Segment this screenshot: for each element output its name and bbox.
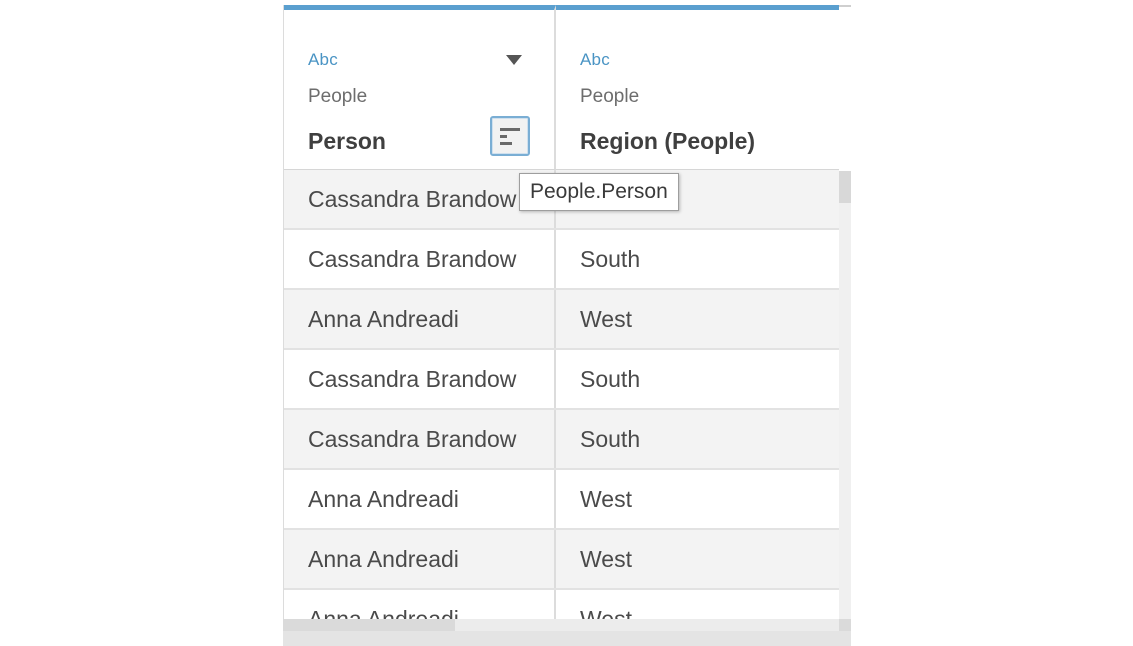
scrollbar-corner (839, 5, 851, 7)
grid-rows: Cassandra Brandow South Cassandra Brando… (284, 170, 839, 619)
details-icon-line (500, 128, 520, 131)
dropdown-caret-icon[interactable] (506, 55, 522, 65)
string-type-label: Abc (580, 50, 610, 69)
details-icon-line (500, 142, 512, 145)
field-details-button[interactable] (490, 116, 530, 156)
table-row[interactable]: Anna Andreadi West (284, 290, 839, 350)
field-name-label: Region (People) (580, 128, 756, 154)
table-row[interactable]: Cassandra Brandow South (284, 350, 839, 410)
column-header-person[interactable]: Abc People Person (284, 5, 556, 170)
region-cell[interactable]: South (556, 410, 839, 468)
region-cell[interactable]: South (556, 230, 839, 288)
person-cell[interactable]: Anna Andreadi (284, 530, 556, 588)
vertical-scroll-thumb[interactable] (839, 171, 851, 203)
region-cell[interactable]: West (556, 590, 839, 619)
data-grid: Abc People Person Abc People Region (Peo… (283, 5, 839, 619)
details-icon-line (500, 135, 507, 138)
person-cell[interactable]: Anna Andreadi (284, 290, 556, 348)
grid-footer (283, 631, 851, 646)
person-cell[interactable]: Cassandra Brandow (284, 410, 556, 468)
horizontal-scroll-thumb[interactable] (455, 619, 839, 631)
person-cell[interactable]: Cassandra Brandow (284, 230, 556, 288)
region-cell[interactable]: South (556, 350, 839, 408)
person-cell[interactable]: Cassandra Brandow (284, 350, 556, 408)
table-row[interactable]: Anna Andreadi West (284, 470, 839, 530)
field-name-label: Person (308, 128, 386, 154)
region-cell[interactable]: West (556, 290, 839, 348)
table-row[interactable]: Anna Andreadi West (284, 530, 839, 590)
table-row[interactable]: Cassandra Brandow South (284, 410, 839, 470)
person-cell[interactable]: Anna Andreadi (284, 470, 556, 528)
table-row[interactable]: Cassandra Brandow South (284, 230, 839, 290)
region-cell[interactable]: West (556, 470, 839, 528)
table-name-label: People (308, 86, 368, 107)
table-row[interactable]: Anna Andreadi West (284, 590, 839, 619)
field-tooltip: People.Person (519, 173, 679, 211)
column-header-region[interactable]: Abc People Region (People) (556, 5, 839, 170)
person-cell[interactable]: Cassandra Brandow (284, 170, 556, 228)
vertical-scrollbar[interactable] (839, 171, 851, 619)
region-cell[interactable]: West (556, 530, 839, 588)
person-cell[interactable]: Anna Andreadi (284, 590, 556, 619)
string-type-label: Abc (308, 50, 338, 69)
table-name-label: People (580, 86, 640, 107)
